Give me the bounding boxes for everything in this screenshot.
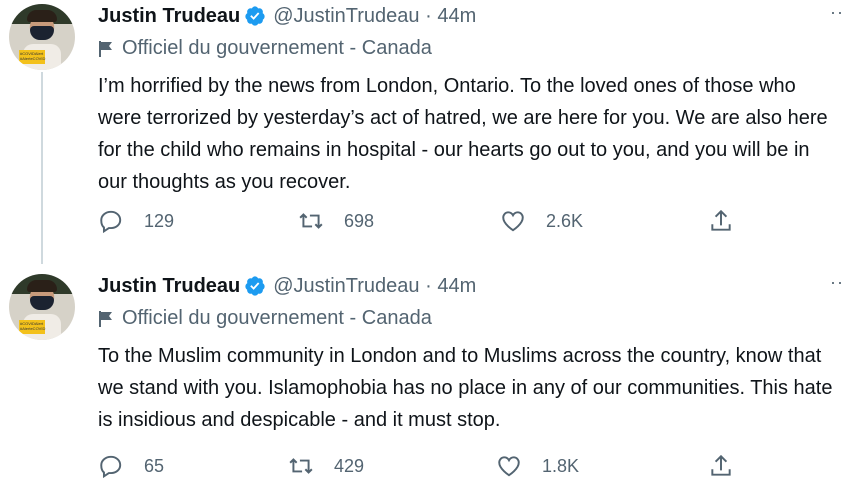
retweet-count: 429 <box>334 455 365 476</box>
author-handle-time[interactable]: @JustinTrudeau · 44m <box>273 275 476 298</box>
tweet[interactable]: #COVIDAlert #AlerteCOVID Justin Trudeau … <box>0 270 844 482</box>
like-count: 1.8K <box>542 455 580 476</box>
tweet-header: Justin Trudeau @JustinTrudeau · 44m <box>98 273 476 299</box>
share-icon <box>711 209 731 231</box>
avatar-hair <box>27 10 57 22</box>
verified-badge-icon <box>245 6 265 26</box>
avatar[interactable]: #COVIDAlert #AlerteCOVID <box>9 4 75 70</box>
like-count: 2.6K <box>546 210 584 231</box>
avatar-badge: #COVIDAlert #AlerteCOVID <box>19 320 45 334</box>
tweet-actions: 129 698 2.6K <box>98 208 748 238</box>
label-text: Officiel du gouvernement - Canada <box>122 307 432 329</box>
retweet-icon <box>299 213 323 229</box>
reply-button[interactable]: 129 <box>98 208 174 234</box>
avatar-mask <box>30 26 54 40</box>
label-text: Officiel du gouvernement - Canada <box>122 37 432 59</box>
heart-icon <box>498 456 520 477</box>
author-name[interactable]: Justin Trudeau <box>98 275 240 298</box>
government-label: Officiel du gouvernement - Canada <box>98 37 432 60</box>
author-handle-time[interactable]: @JustinTrudeau · 44m <box>273 5 476 28</box>
avatar[interactable]: #COVIDAlert #AlerteCOVID <box>9 274 75 340</box>
government-label: Officiel du gouvernement - Canada <box>98 307 432 330</box>
reply-icon <box>100 455 122 479</box>
avatar-badge: #COVIDAlert #AlerteCOVID <box>19 50 45 64</box>
author-name[interactable]: Justin Trudeau <box>98 5 240 28</box>
tweet-text: To the Muslim community in London and to… <box>98 345 833 431</box>
heart-icon <box>502 211 524 232</box>
verified-badge-icon <box>245 276 265 296</box>
avatar-mask <box>30 296 54 310</box>
reply-count: 65 <box>144 455 165 476</box>
more-icon[interactable]: ·· <box>830 2 844 23</box>
share-button[interactable] <box>708 208 734 234</box>
flag-icon <box>99 310 112 327</box>
tweet-actions: 65 429 1.8K <box>98 453 748 483</box>
retweet-button[interactable]: 429 <box>288 453 364 479</box>
retweet-button[interactable]: 698 <box>298 208 374 234</box>
like-button[interactable]: 2.6K <box>500 208 583 234</box>
more-icon[interactable]: ·· <box>830 272 844 293</box>
flag-icon <box>99 40 112 57</box>
like-button[interactable]: 1.8K <box>496 453 579 479</box>
tweet-text: I’m horrified by the news from London, O… <box>98 75 828 193</box>
share-button[interactable] <box>708 453 734 479</box>
retweet-icon <box>289 458 313 474</box>
reply-button[interactable]: 65 <box>98 453 164 479</box>
tweet[interactable]: #COVIDAlert #AlerteCOVID Justin Trudeau … <box>0 0 844 264</box>
retweet-count: 698 <box>344 210 375 231</box>
reply-count: 129 <box>144 210 175 231</box>
avatar-hair <box>27 280 57 292</box>
thread-line <box>41 72 43 264</box>
reply-icon <box>100 210 122 234</box>
share-icon <box>711 454 731 476</box>
tweet-header: Justin Trudeau @JustinTrudeau · 44m <box>98 3 476 29</box>
